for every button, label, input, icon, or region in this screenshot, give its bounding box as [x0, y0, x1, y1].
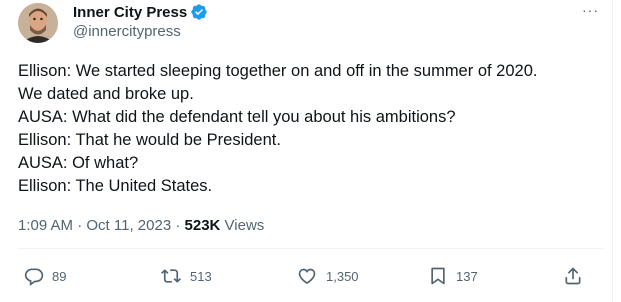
share-icon	[563, 266, 583, 286]
tweet-meta: 1:09 AM · Oct 11, 2023 · 523K Views	[18, 217, 264, 234]
bookmark-button[interactable]: 137	[428, 265, 478, 287]
share-button[interactable]	[563, 265, 583, 287]
views-label: Views	[220, 217, 265, 234]
meta-separator: ·	[171, 217, 185, 234]
author-handle[interactable]: @innercitypress	[73, 23, 181, 40]
reply-icon	[24, 266, 44, 286]
bookmark-icon	[428, 266, 448, 286]
tweet-line: AUSA: What did the defendant tell you ab…	[18, 108, 456, 126]
like-button[interactable]: 1,350	[296, 265, 359, 287]
repost-button[interactable]: 513	[160, 265, 212, 287]
bookmark-count: 137	[456, 268, 478, 284]
avatar[interactable]	[18, 3, 58, 43]
heart-icon	[296, 266, 318, 286]
divider	[18, 248, 603, 249]
tweet-line: Ellison: That he would be President.	[18, 131, 281, 149]
tweet-line: Ellison: The United States.	[18, 177, 213, 195]
repost-count: 513	[190, 268, 212, 284]
reply-button[interactable]: 89	[24, 265, 66, 287]
verified-badge-icon	[190, 3, 208, 21]
author-name-row: Inner City Press	[73, 2, 208, 22]
tweet-line: We dated and broke up.	[18, 85, 194, 103]
repost-icon	[160, 266, 182, 286]
tweet-date[interactable]: Oct 11, 2023	[86, 217, 171, 234]
views-count[interactable]: 523K	[185, 217, 221, 234]
tweet-line: Ellison: We started sleeping together on…	[18, 62, 538, 80]
author-display-name[interactable]: Inner City Press	[73, 4, 187, 21]
card-border	[612, 0, 613, 302]
tweet-text: Ellison: We started sleeping together on…	[18, 60, 608, 198]
like-count: 1,350	[326, 268, 359, 284]
reply-count: 89	[52, 268, 67, 284]
meta-separator: ·	[73, 217, 87, 234]
tweet-card: Inner City Press @innercitypress ··· Ell…	[0, 0, 621, 302]
more-options-icon[interactable]: ···	[582, 2, 599, 18]
tweet-time[interactable]: 1:09 AM	[18, 217, 73, 234]
tweet-line: AUSA: Of what?	[18, 154, 139, 172]
